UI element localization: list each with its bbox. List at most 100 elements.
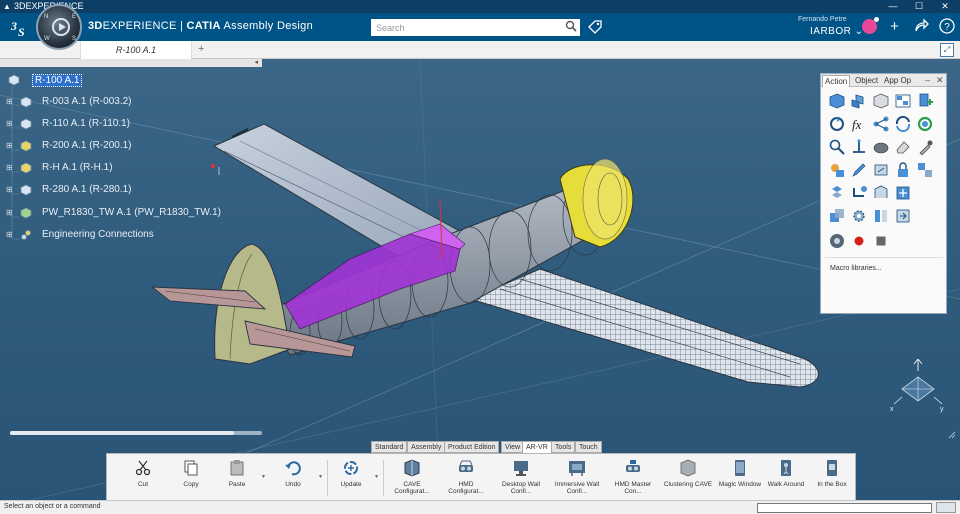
undo-dropdown-icon[interactable]: ▾: [319, 473, 322, 480]
copy-button[interactable]: Copy: [171, 457, 211, 499]
panel-tab-object[interactable]: Object: [853, 75, 880, 87]
tree-horizontal-scrollbar[interactable]: [10, 431, 262, 435]
table-icon[interactable]: [894, 92, 912, 110]
search-icon[interactable]: [565, 20, 579, 34]
cut-button[interactable]: Cut: [123, 457, 163, 499]
hmd-configuration-button[interactable]: HMD Configurat...: [441, 457, 491, 499]
pencil-icon[interactable]: [850, 161, 868, 179]
update-dropdown-icon[interactable]: ▾: [375, 473, 378, 480]
new-part-icon[interactable]: [872, 92, 890, 110]
paste-label: Paste: [228, 481, 246, 488]
close-panel-icon[interactable]: ✕: [936, 75, 944, 86]
magic-window-button[interactable]: Magic Window: [717, 457, 763, 499]
manipulate-icon[interactable]: [894, 184, 912, 202]
formula-icon[interactable]: fx: [850, 115, 868, 133]
constraints-icon[interactable]: [916, 161, 934, 179]
material-icon[interactable]: [828, 161, 846, 179]
record-icon[interactable]: [850, 232, 868, 250]
hmd-master-icon: [626, 460, 640, 472]
paste-button[interactable]: Paste: [217, 457, 257, 499]
power-input-icon[interactable]: [936, 502, 956, 513]
help-icon[interactable]: ?: [938, 18, 955, 35]
desktop-wall-configuration-button[interactable]: Desktop Wall Confi...: [495, 457, 547, 499]
3d-viewport[interactable]: ◂ R-100 A.1 ⊞ R-003 A.1 (R-003.2) ⊞ R-11…: [0, 59, 960, 500]
panel-tab-action[interactable]: Action: [822, 75, 851, 87]
eraser-icon[interactable]: [894, 138, 912, 156]
add-icon[interactable]: +: [886, 18, 903, 35]
svg-text:?: ?: [944, 22, 950, 33]
immersive-wall-configuration-button[interactable]: Immersive Wall Confi...: [551, 457, 603, 499]
maximize-button[interactable]: ☐: [908, 0, 930, 13]
close-window-button[interactable]: ✕: [934, 0, 956, 13]
magic-window-label: Magic Window: [718, 481, 762, 488]
update-button[interactable]: Update: [331, 457, 371, 499]
fit-all-icon[interactable]: ⤢: [940, 43, 954, 57]
add-tab-button[interactable]: +: [198, 43, 210, 57]
clash-icon[interactable]: [828, 207, 846, 225]
split-icon[interactable]: [872, 207, 890, 225]
gear-icon[interactable]: [850, 207, 868, 225]
compass-icon[interactable]: N E W S: [36, 4, 82, 50]
insert-product-icon[interactable]: [828, 92, 846, 110]
walk-around-button[interactable]: Walk Around: [763, 457, 809, 499]
tab-tools[interactable]: Tools: [551, 441, 576, 453]
solid-icon[interactable]: [872, 138, 890, 156]
macro-libraries-link[interactable]: Macro libraries...: [830, 265, 882, 272]
tab-ar-vr[interactable]: AR-VR: [522, 441, 552, 453]
in-the-box-label: In the Box: [817, 481, 847, 488]
add-existing-icon[interactable]: [916, 92, 934, 110]
search-input[interactable]: [371, 19, 580, 36]
command-input[interactable]: [757, 503, 932, 513]
structure-icon[interactable]: [872, 115, 890, 133]
tab-r100[interactable]: R-100 A.1: [80, 41, 192, 59]
hmd-master-configuration-button[interactable]: HMD Master Con...: [607, 457, 659, 499]
update-label: Update: [340, 481, 362, 488]
minimize-button[interactable]: —: [882, 0, 904, 13]
in-the-box-button[interactable]: In the Box: [809, 457, 855, 499]
tab-assembly[interactable]: Assembly: [407, 441, 446, 453]
scroll-thumb[interactable]: [10, 431, 234, 435]
insert-component-icon[interactable]: [850, 92, 868, 110]
in-the-box-icon: [827, 460, 837, 476]
tab-view[interactable]: View: [501, 441, 525, 453]
anchor-icon[interactable]: [850, 138, 868, 156]
lock-icon[interactable]: [894, 161, 912, 179]
minimize-panel-icon[interactable]: –: [925, 75, 930, 85]
stop-icon[interactable]: [872, 232, 890, 250]
replace-icon[interactable]: [894, 207, 912, 225]
share-icon[interactable]: [912, 18, 929, 35]
user-name: Fernando Petre: [798, 16, 847, 23]
toolbar-separator: [383, 460, 384, 496]
tag-icon[interactable]: [588, 20, 602, 34]
avatar[interactable]: [862, 17, 879, 34]
document-tab-row: R-100 A.1 + ⤢: [0, 41, 960, 59]
panel-tab-app-op[interactable]: App Op: [882, 75, 913, 87]
measure-icon[interactable]: [872, 161, 890, 179]
explode-icon[interactable]: [828, 184, 846, 202]
tenant-selector[interactable]: IARBOR ⌄: [810, 26, 864, 37]
paste-dropdown-icon[interactable]: ▾: [262, 473, 265, 480]
sync-icon[interactable]: [916, 115, 934, 133]
tab-standard[interactable]: Standard: [371, 441, 408, 453]
macro-icon[interactable]: [828, 232, 846, 250]
dassault-logo-icon[interactable]: 3 S: [10, 17, 32, 39]
refresh-icon[interactable]: [894, 115, 912, 133]
svg-text:S: S: [18, 25, 25, 39]
resize-grip-icon[interactable]: [948, 431, 956, 439]
rotate-icon[interactable]: [828, 115, 846, 133]
cave-configuration-button[interactable]: CAVE Configurat...: [387, 457, 437, 499]
undo-button[interactable]: Undo: [273, 457, 313, 499]
snap-icon[interactable]: [850, 184, 868, 202]
tab-product-edition[interactable]: Product Edition: [444, 441, 500, 453]
dropper-icon[interactable]: [916, 138, 934, 156]
brand-separator: |: [176, 20, 187, 32]
update-icon: [344, 461, 358, 475]
axis-compass-icon[interactable]: x y: [888, 359, 948, 419]
cut-label: Cut: [137, 481, 149, 488]
zoom-icon[interactable]: [828, 138, 846, 156]
tab-touch[interactable]: Touch: [575, 441, 602, 453]
desktop-wall-configuration-label: Desktop Wall Confi...: [501, 481, 541, 495]
status-bar: Select an object or a command: [0, 500, 960, 514]
engineering-connection-icon[interactable]: [872, 184, 890, 202]
clustering-cave-button[interactable]: Clustering CAVE: [663, 457, 713, 499]
